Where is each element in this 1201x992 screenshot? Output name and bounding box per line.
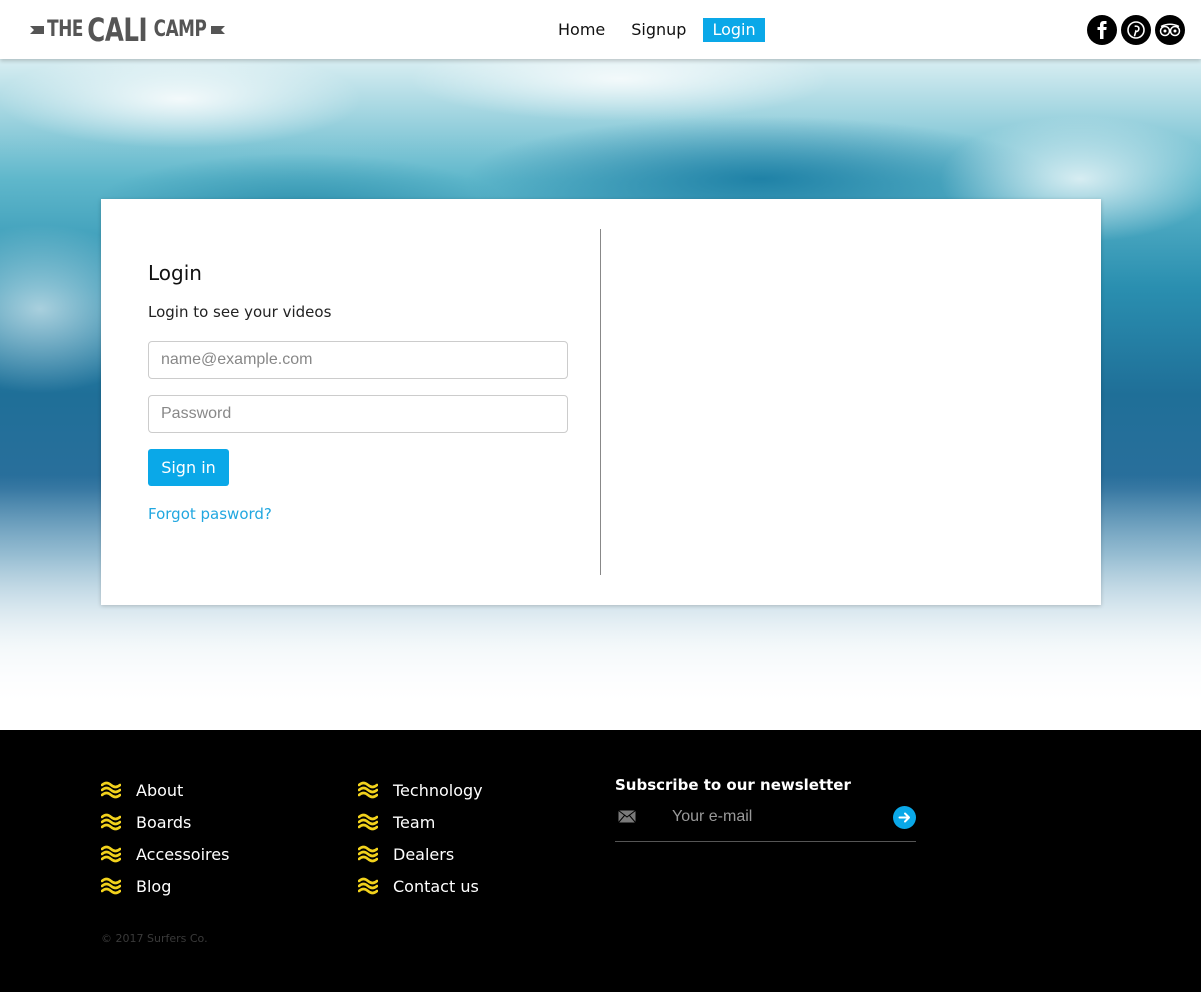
footer-link-blog[interactable]: Blog bbox=[136, 877, 171, 896]
wave-icon bbox=[358, 813, 378, 831]
nav-signup[interactable]: Signup bbox=[622, 18, 695, 42]
wave-icon bbox=[101, 813, 121, 831]
footer-link-item: Blog bbox=[101, 870, 229, 902]
site-header: THE CALI CAMP Home Signup Login bbox=[0, 0, 1201, 59]
newsletter-title: Subscribe to our newsletter bbox=[615, 776, 851, 794]
footer-links-col1: About Boards Accessoires Blog bbox=[101, 774, 229, 902]
tripadvisor-icon[interactable] bbox=[1155, 15, 1185, 45]
envelope-icon bbox=[618, 810, 636, 823]
footer-link-contact[interactable]: Contact us bbox=[393, 877, 479, 896]
login-card: Login Login to see your videos Sign in F… bbox=[101, 199, 1101, 605]
forgot-password-link[interactable]: Forgot pasword? bbox=[148, 505, 272, 523]
wave-icon bbox=[101, 781, 121, 799]
site-logo[interactable]: THE CALI CAMP bbox=[30, 12, 232, 48]
footer-link-item: Dealers bbox=[358, 838, 483, 870]
arrow-right-icon bbox=[898, 812, 910, 823]
social-links bbox=[1087, 15, 1185, 45]
newsletter-submit-button[interactable] bbox=[893, 806, 916, 829]
footer-link-item: Contact us bbox=[358, 870, 483, 902]
footer-link-team[interactable]: Team bbox=[393, 813, 435, 832]
nav-home[interactable]: Home bbox=[549, 18, 614, 42]
footer-link-item: Team bbox=[358, 806, 483, 838]
nav-login[interactable]: Login bbox=[703, 18, 765, 42]
wave-icon bbox=[358, 845, 378, 863]
login-subtitle: Login to see your videos bbox=[148, 303, 332, 321]
footer-link-item: About bbox=[101, 774, 229, 806]
login-title: Login bbox=[148, 261, 202, 285]
wave-icon bbox=[101, 877, 121, 895]
site-footer: About Boards Accessoires Blog Technology… bbox=[0, 730, 1201, 992]
card-divider bbox=[600, 229, 601, 575]
logo-left-flag-icon bbox=[30, 26, 44, 34]
main-nav: Home Signup Login bbox=[549, 18, 773, 42]
email-field[interactable] bbox=[148, 341, 568, 379]
footer-link-accessoires[interactable]: Accessoires bbox=[136, 845, 229, 864]
logo-text-the: THE bbox=[47, 17, 83, 42]
password-field[interactable] bbox=[148, 395, 568, 433]
logo-text-camp: CAMP bbox=[153, 17, 206, 42]
sign-in-button[interactable]: Sign in bbox=[148, 449, 229, 486]
footer-link-item: Boards bbox=[101, 806, 229, 838]
footer-link-technology[interactable]: Technology bbox=[393, 781, 483, 800]
footer-link-boards[interactable]: Boards bbox=[136, 813, 191, 832]
wave-icon bbox=[358, 877, 378, 895]
facebook-icon[interactable] bbox=[1087, 15, 1117, 45]
copyright-text: © 2017 Surfers Co. bbox=[101, 932, 208, 945]
wave-icon bbox=[358, 781, 378, 799]
logo-right-flag-icon bbox=[210, 26, 225, 34]
newsletter-form: Subscribe to our newsletter bbox=[615, 776, 916, 842]
footer-link-dealers[interactable]: Dealers bbox=[393, 845, 454, 864]
pinterest-icon[interactable] bbox=[1121, 15, 1151, 45]
newsletter-email-input[interactable] bbox=[665, 804, 885, 830]
newsletter-row bbox=[615, 804, 916, 842]
footer-link-item: Technology bbox=[358, 774, 483, 806]
footer-link-about[interactable]: About bbox=[136, 781, 183, 800]
logo-text-cali: CALI bbox=[87, 11, 148, 49]
footer-link-item: Accessoires bbox=[101, 838, 229, 870]
footer-links-col2: Technology Team Dealers Contact us bbox=[358, 774, 483, 902]
wave-icon bbox=[101, 845, 121, 863]
